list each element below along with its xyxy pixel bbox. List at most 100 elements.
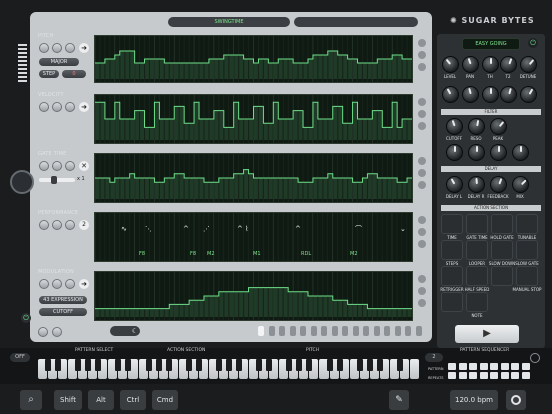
step-bar[interactable] — [293, 110, 298, 140]
step-bar[interactable] — [105, 119, 110, 140]
step-bar[interactable] — [377, 59, 382, 79]
step-bar[interactable] — [120, 119, 125, 140]
step-bar[interactable] — [313, 102, 318, 140]
step-bar[interactable] — [100, 178, 105, 199]
step-bar[interactable] — [174, 304, 179, 317]
step-bar[interactable] — [268, 123, 273, 140]
black-key[interactable] — [155, 359, 162, 371]
step-bar[interactable] — [214, 110, 219, 140]
step-bar[interactable] — [154, 308, 159, 317]
step-bar[interactable] — [194, 300, 199, 317]
step-bar[interactable] — [343, 178, 348, 199]
step-bar[interactable] — [348, 304, 353, 317]
black-key[interactable] — [296, 359, 303, 371]
step-value[interactable]: 0 — [62, 70, 86, 78]
arrow-right-icon[interactable]: ➜ — [79, 279, 89, 289]
step-bar[interactable] — [333, 106, 338, 140]
step-bar[interactable] — [353, 182, 358, 199]
step-bar[interactable] — [140, 308, 145, 317]
step-bar[interactable] — [308, 127, 313, 140]
scale-select[interactable]: MAJOR — [39, 58, 79, 66]
alt-button[interactable]: Alt — [88, 390, 114, 410]
pattern-cell[interactable] — [458, 363, 467, 370]
step-bar[interactable] — [204, 296, 209, 317]
knob-level[interactable] — [442, 56, 459, 73]
step-bar[interactable] — [338, 178, 343, 199]
lane-button-1[interactable] — [39, 279, 49, 289]
step-bar[interactable] — [283, 59, 288, 79]
pattern-cell[interactable] — [448, 372, 456, 379]
step-bar[interactable] — [169, 178, 174, 199]
step-bar[interactable] — [105, 308, 110, 317]
step-bar[interactable] — [224, 127, 229, 140]
step-bar[interactable] — [249, 287, 253, 317]
action-retrigger[interactable] — [441, 266, 463, 286]
velocity-grid[interactable] — [94, 94, 413, 144]
step-bar[interactable] — [125, 308, 130, 317]
step-bar[interactable] — [229, 178, 234, 199]
step-bar[interactable] — [219, 291, 224, 317]
step-bar[interactable] — [125, 51, 130, 79]
lane-button-3[interactable] — [65, 161, 75, 171]
step-bar[interactable] — [343, 300, 348, 317]
play-button[interactable]: ▶ — [455, 325, 519, 343]
step-bar[interactable] — [293, 291, 298, 317]
action-half-speed[interactable] — [466, 266, 488, 286]
close-icon[interactable]: ✕ — [79, 161, 89, 171]
step-bar[interactable] — [358, 304, 362, 317]
key[interactable] — [409, 359, 419, 379]
step-bar[interactable] — [372, 110, 377, 140]
step-bar[interactable] — [358, 182, 362, 199]
step-bar[interactable] — [169, 63, 174, 79]
step-bar[interactable] — [254, 63, 258, 79]
step-bar[interactable] — [358, 119, 362, 140]
pattern-cell[interactable] — [490, 363, 498, 370]
action-hold-gate[interactable] — [491, 214, 513, 234]
step-bar[interactable] — [194, 63, 199, 79]
step-bar[interactable] — [159, 59, 164, 79]
knob-detune[interactable] — [520, 56, 537, 73]
lane-button-2[interactable] — [52, 220, 62, 230]
step-bar[interactable] — [362, 178, 367, 199]
black-key[interactable] — [336, 359, 343, 371]
step-bar[interactable] — [254, 106, 258, 140]
step-bar[interactable] — [219, 110, 224, 140]
action-manual-stop[interactable] — [516, 266, 538, 286]
black-key[interactable] — [195, 359, 202, 371]
action-slow-down[interactable] — [491, 240, 513, 260]
step-bar[interactable] — [179, 173, 184, 199]
step-mode[interactable]: STEP — [39, 70, 59, 78]
step-bar[interactable] — [95, 63, 100, 79]
step-bar[interactable] — [333, 51, 338, 79]
off-toggle[interactable]: OFF — [10, 353, 30, 362]
step-bar[interactable] — [288, 59, 293, 79]
step-bar[interactable] — [402, 119, 407, 140]
step-strip[interactable]: ☾ — [38, 326, 428, 338]
step-bar[interactable] — [169, 304, 174, 317]
lane-scroll[interactable] — [418, 155, 428, 199]
step-bar[interactable] — [258, 287, 263, 317]
step-bar[interactable] — [392, 308, 397, 317]
step-bar[interactable] — [154, 102, 159, 140]
pattern-cell[interactable] — [511, 372, 519, 379]
step-bar[interactable] — [273, 63, 278, 79]
black-key[interactable] — [366, 359, 373, 371]
step-bar[interactable] — [407, 308, 412, 317]
step-bar[interactable] — [179, 106, 184, 140]
moon-icon[interactable]: ☾ — [110, 326, 140, 336]
step-bar[interactable] — [254, 287, 258, 317]
power-icon[interactable]: ⏻ — [21, 313, 31, 323]
pattern-cell[interactable] — [511, 363, 519, 370]
step-bar[interactable] — [224, 291, 229, 317]
step-bar[interactable] — [288, 291, 293, 317]
strip-button-1[interactable] — [38, 327, 48, 337]
step-bar[interactable] — [120, 308, 125, 317]
step-bar[interactable] — [174, 173, 179, 199]
step-bar[interactable] — [407, 119, 412, 140]
arrow-right-icon[interactable]: ➜ — [79, 102, 89, 112]
step-bar[interactable] — [348, 59, 353, 79]
step-bar[interactable] — [214, 182, 219, 199]
step-bar[interactable] — [387, 178, 392, 199]
step-bar[interactable] — [313, 178, 318, 199]
step-bar[interactable] — [239, 291, 244, 317]
